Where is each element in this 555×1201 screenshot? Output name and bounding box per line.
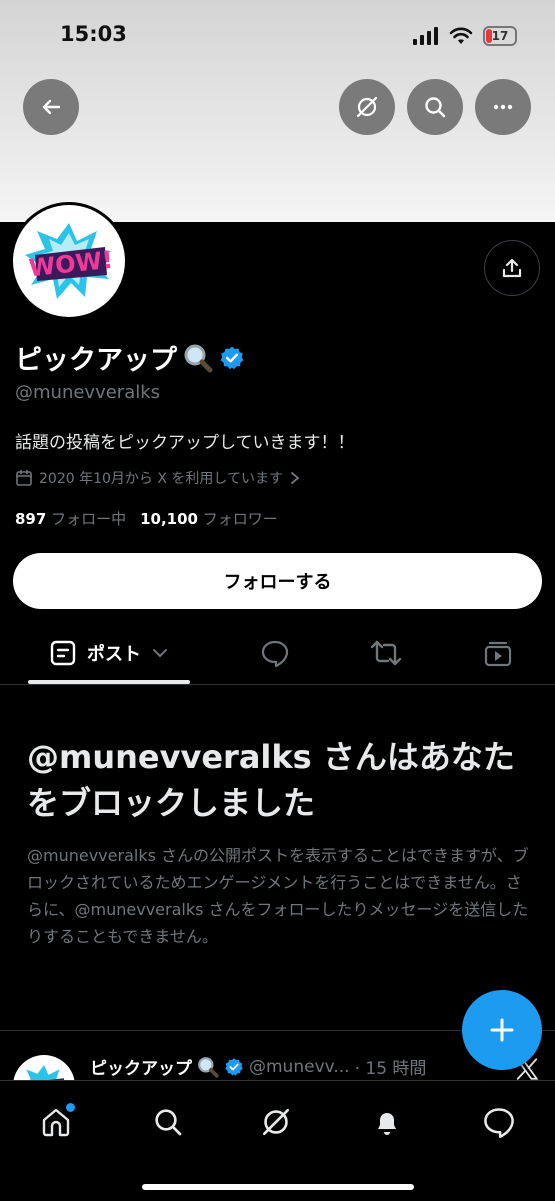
profile-avatar[interactable]: WOW!: [10, 202, 128, 320]
wow-logo: WOW!: [25, 223, 114, 299]
grok-icon: [356, 96, 378, 118]
wifi-icon: [449, 27, 473, 44]
post-author-name[interactable]: ピックアップ: [90, 1054, 192, 1079]
post-tab-icon: [50, 640, 76, 666]
nav-notifications[interactable]: [364, 1099, 410, 1145]
tab-posts[interactable]: ポスト: [28, 622, 190, 684]
tab-media[interactable]: [481, 636, 515, 670]
search-button[interactable]: [407, 79, 463, 135]
grok-button[interactable]: [339, 79, 395, 135]
repost-icon: [370, 640, 402, 666]
reply-icon: [261, 640, 289, 668]
status-time: 15:03: [60, 22, 127, 46]
bottom-nav: [0, 1080, 555, 1201]
nav-home[interactable]: [33, 1099, 79, 1145]
followers-count: 10,100: [140, 510, 198, 528]
more-icon: [493, 104, 513, 110]
post-header: ピックアップ @munevv... · 15 時間: [90, 1054, 427, 1080]
more-button[interactable]: [475, 79, 531, 135]
followers-link[interactable]: 10,100 フォロワー: [140, 508, 278, 529]
grok-icon: [262, 1108, 290, 1136]
bell-icon: [378, 1113, 396, 1135]
following-count: 897: [15, 510, 47, 528]
nav-grok[interactable]: [253, 1099, 299, 1145]
following-link[interactable]: 897 フォロー中: [15, 508, 126, 529]
verified-badge-icon: [220, 346, 244, 369]
profile-tabs: ポスト: [0, 622, 555, 685]
joined-date[interactable]: 2020 年10月から X を利用しています: [15, 468, 301, 488]
status-icons: 17: [413, 23, 517, 49]
display-name: ピックアップ: [15, 345, 177, 376]
profile-handle: @munevveralks: [15, 382, 161, 403]
calendar-icon: [16, 469, 32, 486]
blocked-title: @munevveralks さんはあなたをブロックしました: [27, 738, 515, 822]
search-icon: [155, 1109, 182, 1136]
nav-search[interactable]: [145, 1099, 191, 1145]
chevron-down-icon: [153, 649, 167, 658]
tab-replies[interactable]: [258, 636, 292, 670]
chevron-right-icon: [291, 472, 300, 484]
share-icon: [502, 258, 522, 278]
magnifier-emoji-icon: [198, 1056, 219, 1078]
follow-button[interactable]: フォローする: [13, 553, 542, 609]
post-time: · 15 時間: [354, 1059, 427, 1079]
post-author-handle: @munevv...: [249, 1056, 350, 1077]
following-label: フォロー中: [51, 510, 127, 528]
blocked-description: @munevveralks さんの公開ポストを表示することはできますが、ブロック…: [27, 846, 529, 946]
follow-counts: 897 フォロー中 10,100 フォロワー: [15, 508, 278, 529]
profile-name: ピックアップ: [15, 338, 245, 377]
compose-post-button[interactable]: [462, 990, 542, 1070]
share-button[interactable]: [484, 240, 540, 296]
media-icon: [484, 641, 512, 667]
verified-badge-icon: [225, 1057, 243, 1076]
tab-active-indicator: [28, 680, 190, 684]
joined-text: 2020 年10月から X を利用しています: [39, 471, 283, 487]
arrow-left-icon: [42, 99, 61, 115]
profile-bio: 話題の投稿をピックアップしていきます！！: [15, 433, 355, 453]
magnifier-emoji-icon: [184, 344, 213, 372]
plus-icon: [490, 1018, 514, 1042]
back-button[interactable]: [23, 79, 79, 135]
battery-level: 17: [491, 29, 509, 43]
followers-label: フォロワー: [202, 510, 278, 528]
message-icon: [484, 1108, 514, 1138]
home-notification-dot: [66, 1103, 75, 1112]
tab-reposts[interactable]: [369, 636, 403, 670]
tab-posts-label: ポスト: [87, 644, 141, 665]
home-indicator: [142, 1184, 414, 1190]
nav-messages[interactable]: [476, 1099, 522, 1145]
search-icon: [425, 97, 446, 118]
battery-icon: 17: [483, 26, 517, 46]
signal-icon: [413, 27, 438, 45]
